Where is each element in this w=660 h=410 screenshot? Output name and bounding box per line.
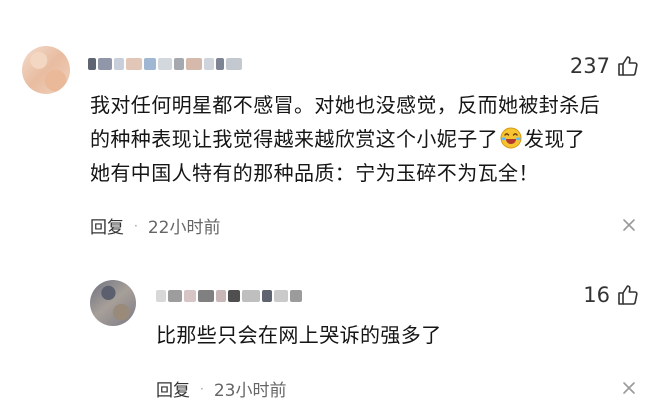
close-icon[interactable] bbox=[622, 381, 636, 395]
comment-line-2-text: 的种种表现让我觉得越来越欣赏这个小妮子了 bbox=[90, 127, 498, 151]
comment-line-3: 她有中国人特有的那种品质：宁为玉碎不为瓦全！ bbox=[90, 161, 539, 185]
comment-line-2-tail: 发现了 bbox=[524, 127, 586, 151]
comment-text: 我对任何明星都不感冒。对她也没感觉，反而她被封杀后 的种种表现让我觉得越来越欣赏… bbox=[90, 88, 650, 190]
timestamp: 22小时前 bbox=[147, 218, 221, 238]
reply-button[interactable]: 回复 bbox=[156, 376, 190, 401]
comment-line-2: 的种种表现让我觉得越来越欣赏这个小妮子了 发现了 bbox=[90, 122, 650, 156]
thumb-up-icon bbox=[616, 283, 640, 307]
like-button[interactable]: 237 bbox=[570, 54, 640, 78]
timestamp: 23小时前 bbox=[213, 381, 287, 401]
separator-dot: · bbox=[134, 218, 138, 233]
avatar[interactable] bbox=[90, 280, 136, 326]
reply-button[interactable]: 回复 bbox=[90, 213, 124, 238]
like-button[interactable]: 16 bbox=[583, 283, 640, 307]
comment-line-1: 我对任何明星都不感冒。对她也没感觉，反而她被封杀后 bbox=[90, 93, 600, 117]
close-icon[interactable] bbox=[622, 218, 636, 232]
laughing-crying-face-icon bbox=[499, 126, 523, 150]
thumb-up-icon bbox=[616, 54, 640, 78]
reply-text: 比那些只会在网上哭诉的强多了 bbox=[156, 323, 442, 347]
separator-dot: · bbox=[200, 381, 204, 396]
like-count: 237 bbox=[569, 54, 610, 78]
like-count: 16 bbox=[583, 283, 610, 307]
reply-meta: 回复 · 23小时前 bbox=[156, 376, 286, 401]
username-blurred[interactable] bbox=[88, 58, 242, 70]
comment-meta: 回复 · 22小时前 bbox=[90, 213, 220, 238]
username-blurred[interactable] bbox=[156, 290, 302, 302]
avatar[interactable] bbox=[22, 46, 70, 94]
